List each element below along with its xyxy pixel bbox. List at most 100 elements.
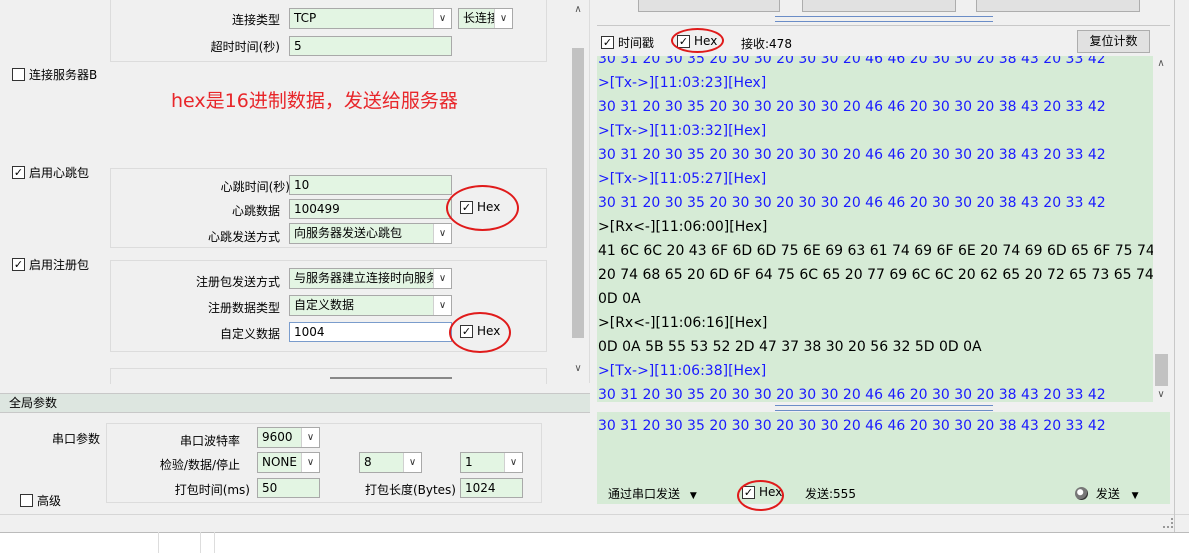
- status-bar: [0, 514, 1189, 532]
- log-line: 0D 0A: [598, 291, 641, 307]
- log-line: >[Tx->][11:03:23][Hex]: [598, 75, 767, 91]
- parity-label: 检验/数据/停止: [159, 458, 240, 472]
- background-divider: [158, 532, 159, 553]
- left-config-panel: 连接类型 TCP ∨ 长连接 ∨ 超时时间(秒) 5 连接服务器B hex是16…: [0, 0, 590, 384]
- connection-type-select[interactable]: TCP ∨: [289, 8, 452, 29]
- chevron-down-icon: ∨: [504, 453, 522, 472]
- top-button-1[interactable]: [638, 0, 780, 12]
- enable-heartbeat-checkbox[interactable]: ✓ 启用心跳包: [12, 164, 89, 181]
- heartbeat-send-mode-label: 心跳发送方式: [207, 230, 280, 244]
- middle-splitter[interactable]: [597, 405, 1170, 411]
- send-icon: [1075, 487, 1088, 500]
- check-icon: ✓: [12, 258, 25, 271]
- log-line: 30 31 20 30 35 20 30 30 20 30 30 20 46 4…: [598, 195, 1106, 211]
- pack-time-input[interactable]: 50: [257, 478, 320, 498]
- receive-count: 接收:478: [741, 37, 792, 51]
- chevron-down-icon: ∨: [433, 269, 451, 288]
- pack-length-label: 打包长度(Bytes): [364, 483, 456, 497]
- register-custom-label: 自定义数据: [219, 327, 280, 341]
- timeout-label: 超时时间(秒): [210, 40, 280, 54]
- resize-grip-icon[interactable]: [1163, 518, 1173, 528]
- pack-length-input[interactable]: 1024: [460, 478, 523, 498]
- next-group-edge: [110, 368, 547, 384]
- check-icon: ✓: [12, 166, 25, 179]
- serial-params-label: 串口参数: [51, 432, 100, 446]
- highlight-circle: [449, 312, 511, 353]
- register-data-type-label: 注册数据类型: [207, 301, 280, 315]
- baud-rate-select[interactable]: 9600 ∨: [257, 427, 320, 448]
- connect-server-b-checkbox[interactable]: 连接服务器B: [12, 66, 97, 83]
- log-line: 30 31 20 30 35 20 30 30 20 30 30 20 46 4…: [598, 387, 1106, 402]
- parity-select[interactable]: NONE ∨: [257, 452, 320, 473]
- highlight-circle: [671, 28, 724, 53]
- send-via-serial-dropdown[interactable]: 通过串口发送 ▼: [608, 485, 697, 502]
- send-count: 发送:555: [805, 487, 856, 501]
- caret-down-icon: ▼: [1131, 491, 1139, 501]
- receive-scrollbar[interactable]: ∧ ∨: [1153, 56, 1170, 402]
- send-text: 30 31 20 30 35 20 30 30 20 30 30 20 46 4…: [598, 418, 1106, 434]
- background-divider: [200, 532, 201, 553]
- chevron-down-icon: ∨: [301, 428, 319, 447]
- stop-bits-select[interactable]: 1 ∨: [460, 452, 523, 473]
- receive-log[interactable]: 30 31 20 30 35 20 30 30 20 30 30 20 46 4…: [597, 56, 1153, 402]
- background-divider: [214, 532, 215, 553]
- baud-rate-label: 串口波特率: [179, 434, 240, 448]
- enable-register-checkbox[interactable]: ✓ 启用注册包: [12, 256, 89, 273]
- scroll-up-icon[interactable]: ∧: [1153, 58, 1169, 69]
- chevron-down-icon: ∨: [301, 453, 319, 472]
- log-line: >[Rx<-][11:06:16][Hex]: [598, 315, 768, 331]
- heartbeat-interval-label: 心跳时间(秒): [220, 180, 290, 194]
- log-line: >[Tx->][11:03:32][Hex]: [598, 123, 767, 139]
- chevron-down-icon: ∨: [403, 453, 421, 472]
- log-line: >[Tx->][11:06:38][Hex]: [598, 363, 767, 379]
- highlight-circle: [737, 480, 784, 511]
- register-custom-input[interactable]: 1004: [289, 322, 452, 342]
- top-divider: [597, 25, 1170, 26]
- register-data-type-select[interactable]: 自定义数据 ∨: [289, 295, 452, 316]
- top-button-2[interactable]: [802, 0, 956, 12]
- timestamp-checkbox[interactable]: ✓ 时间戳: [601, 34, 654, 51]
- chevron-down-icon: ∨: [494, 9, 512, 28]
- caret-down-icon: ▼: [689, 491, 697, 501]
- log-line: 20 74 68 65 20 6D 6F 64 75 6C 65 20 77 6…: [598, 267, 1153, 283]
- checkbox-box: [20, 494, 33, 507]
- advanced-checkbox[interactable]: 高级: [20, 492, 61, 509]
- next-group-bar: [330, 377, 452, 379]
- chevron-down-icon: ∨: [433, 224, 451, 243]
- register-send-mode-select[interactable]: 与服务器建立连接时向服务器 ∨: [289, 268, 452, 289]
- heartbeat-interval-input[interactable]: 10: [289, 175, 452, 195]
- data-bits-select[interactable]: 8 ∨: [359, 452, 422, 473]
- register-send-mode-label: 注册包发送方式: [195, 275, 280, 289]
- highlight-circle: [446, 185, 519, 231]
- log-line: >[Rx<-][11:06:00][Hex]: [598, 219, 768, 235]
- window-border: [1174, 0, 1175, 532]
- scroll-thumb[interactable]: [572, 48, 584, 338]
- log-line: 30 31 20 30 35 20 30 30 20 30 30 20 46 4…: [598, 147, 1106, 163]
- annotation-text: hex是16进制数据，发送给服务器: [171, 90, 458, 112]
- checkbox-box: [12, 68, 25, 81]
- heartbeat-data-label: 心跳数据: [231, 204, 280, 218]
- send-button[interactable]: 发送 ▼: [1075, 485, 1139, 502]
- check-icon: ✓: [601, 36, 614, 49]
- top-button-3[interactable]: [976, 0, 1140, 12]
- connection-mode-select[interactable]: 长连接 ∨: [458, 8, 513, 29]
- scroll-up-icon[interactable]: ∧: [570, 4, 586, 15]
- top-splitter[interactable]: [597, 16, 1170, 22]
- chevron-down-icon: ∨: [433, 296, 451, 315]
- reset-count-button[interactable]: 复位计数: [1077, 30, 1150, 53]
- left-scrollbar[interactable]: ∧ ∨: [569, 0, 587, 383]
- scroll-thumb[interactable]: [1155, 354, 1168, 386]
- scroll-down-icon[interactable]: ∨: [1153, 389, 1169, 400]
- background-window: [0, 532, 1189, 553]
- pack-time-label: 打包时间(ms): [174, 483, 250, 497]
- log-line: 30 31 20 30 35 20 30 30 20 30 30 20 46 4…: [598, 99, 1106, 115]
- timeout-input[interactable]: 5: [289, 36, 452, 56]
- heartbeat-data-input[interactable]: 100499: [289, 199, 452, 219]
- chevron-down-icon: ∨: [433, 9, 451, 28]
- log-line: 0D 0A 5B 55 53 52 2D 47 37 38 30 20 56 3…: [598, 339, 982, 355]
- heartbeat-send-mode-select[interactable]: 向服务器发送心跳包 ∨: [289, 223, 452, 244]
- scroll-down-icon[interactable]: ∨: [570, 363, 586, 374]
- log-line: >[Tx->][11:05:27][Hex]: [598, 171, 767, 187]
- log-line: 30 31 20 30 35 20 30 30 20 30 30 20 46 4…: [598, 56, 1106, 67]
- connection-type-label: 连接类型: [231, 13, 280, 27]
